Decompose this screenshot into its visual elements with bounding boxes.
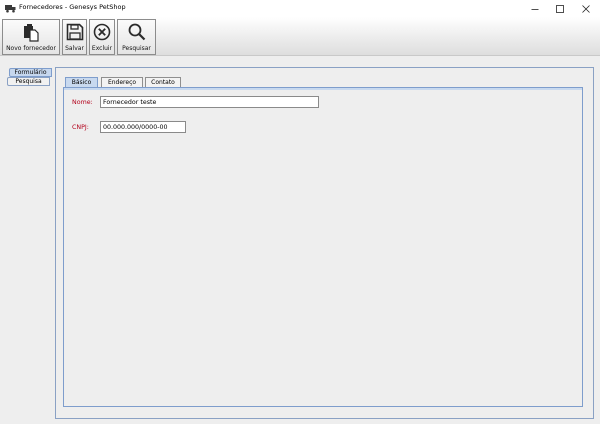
title-bar: Fornecedores - Genesys PetShop	[0, 0, 600, 17]
close-icon	[582, 4, 590, 13]
cnpj-field[interactable]	[100, 121, 186, 133]
name-label: Nome:	[72, 99, 93, 106]
save-icon	[66, 23, 83, 41]
cnpj-label: CNPJ:	[72, 124, 89, 131]
tab-endereco[interactable]: Endereço	[101, 77, 143, 87]
save-label: Salvar	[65, 45, 84, 52]
delete-label: Excluir	[91, 45, 113, 52]
maximize-icon	[556, 4, 564, 13]
close-button[interactable]	[572, 0, 600, 17]
new-supplier-button[interactable]: Novo fornecedor	[2, 19, 60, 55]
truck-icon	[5, 5, 16, 13]
new-document-icon	[24, 24, 39, 42]
tab-pesquisa[interactable]: Pesquisa	[7, 77, 50, 86]
name-field[interactable]	[100, 96, 319, 108]
tab-contato[interactable]: Contato	[145, 77, 181, 87]
search-label: Pesquisar	[122, 45, 151, 52]
minimize-button[interactable]	[521, 0, 549, 17]
window-title: Fornecedores - Genesys PetShop	[19, 3, 126, 11]
minimize-icon	[531, 8, 539, 10]
tab-basico[interactable]: Básico	[65, 77, 98, 87]
delete-button[interactable]: Excluir	[89, 19, 115, 55]
new-supplier-label: Novo fornecedor	[6, 45, 56, 52]
save-button[interactable]: Salvar	[62, 19, 87, 55]
search-button[interactable]: Pesquisar	[117, 19, 156, 55]
basic-tab-panel	[63, 87, 583, 407]
tab-formulario[interactable]: Formulário	[9, 68, 52, 77]
basic-tab-panel-header	[63, 87, 583, 90]
toolbar: Novo fornecedor Salvar Excluir Pesquisar	[0, 17, 600, 56]
maximize-button[interactable]	[546, 0, 574, 17]
search-icon	[128, 23, 145, 41]
delete-icon	[93, 23, 111, 41]
